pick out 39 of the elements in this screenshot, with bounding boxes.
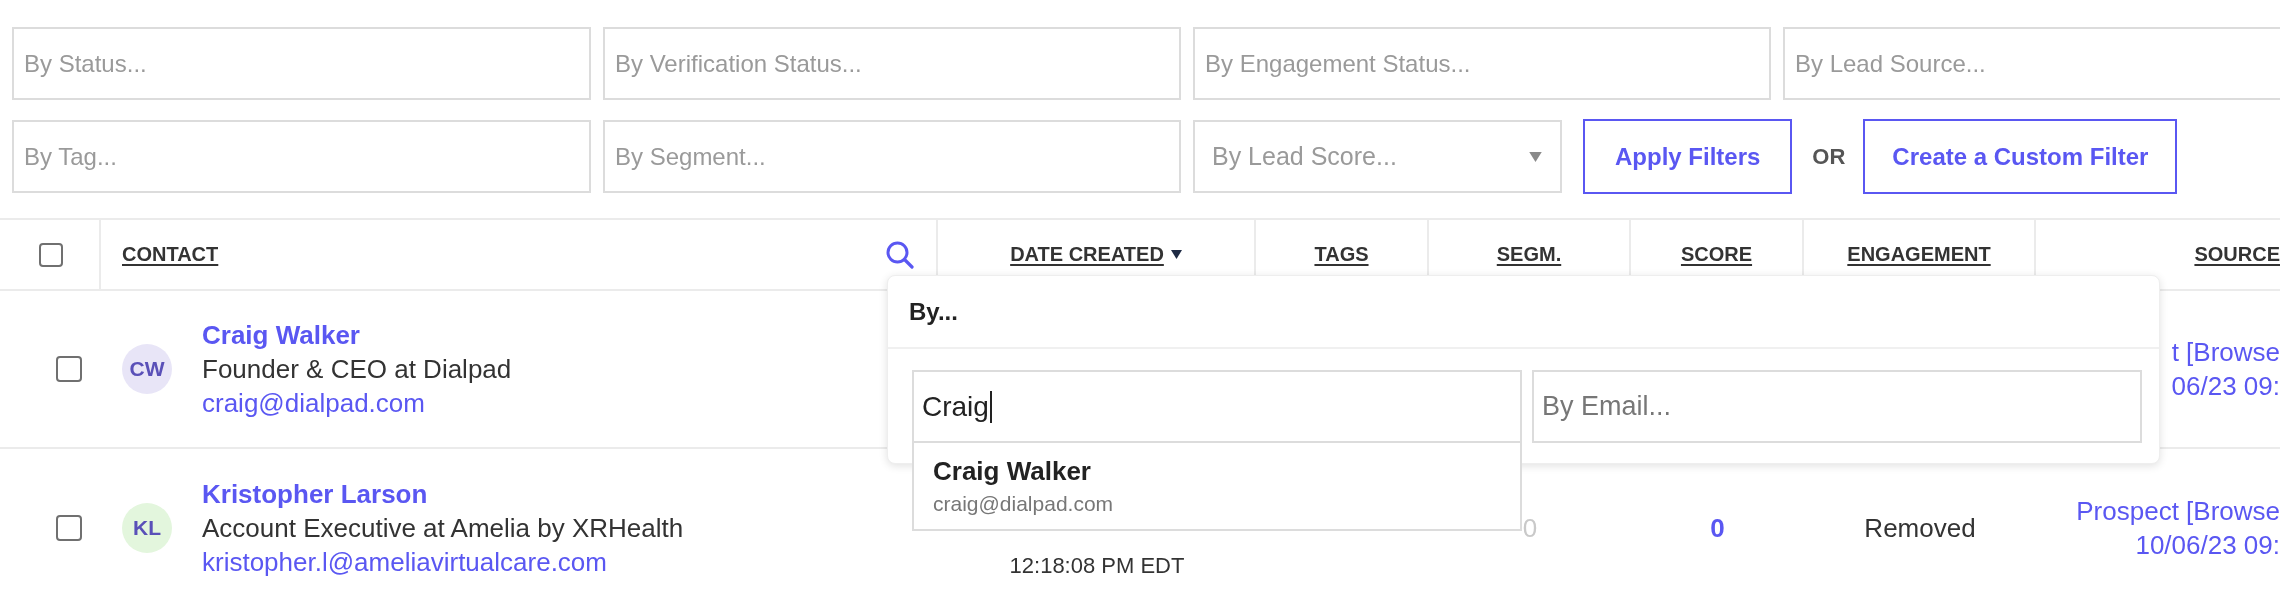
column-heading[interactable]: ENGAGEMENT bbox=[1847, 243, 1991, 266]
column-heading[interactable]: DATE CREATED bbox=[1010, 243, 1182, 266]
email-link[interactable]: kristopher.l@ameliavirtualcare.com bbox=[202, 545, 607, 579]
or-label: OR bbox=[1812, 143, 1846, 170]
apply-filters-button[interactable]: Apply Filters bbox=[1583, 119, 1793, 194]
filter-field[interactable]: By Status... bbox=[12, 27, 591, 100]
suggestion-email: craig@dialpad.com bbox=[933, 492, 1115, 516]
row-checkbox[interactable] bbox=[56, 515, 82, 541]
source-link[interactable]: Prospect [Browse 10/06/23 09: bbox=[2076, 494, 2280, 562]
filter-field[interactable]: By Tag... bbox=[12, 120, 591, 193]
search-icon[interactable] bbox=[886, 240, 914, 269]
column-heading[interactable]: TAGS bbox=[1314, 243, 1369, 266]
job-title: Founder & CEO at Dialpad bbox=[202, 353, 512, 386]
source-link[interactable]: t [Browse 06/23 09: bbox=[2171, 335, 2280, 403]
filter-field[interactable]: By Verification Status... bbox=[603, 27, 1181, 100]
lead-score: 0 bbox=[1710, 512, 1725, 544]
contact-name-link[interactable]: Kristopher Larson bbox=[202, 477, 428, 511]
column-heading[interactable]: CONTACT bbox=[122, 243, 219, 266]
avatar: KL bbox=[122, 503, 172, 553]
email-search-field[interactable]: By Email... bbox=[1532, 370, 2142, 443]
column-heading[interactable]: SEGM. bbox=[1496, 243, 1562, 266]
contact-name-link[interactable]: Craig Walker bbox=[202, 318, 360, 352]
job-title: Account Executive at Amelia by XRHealth bbox=[202, 512, 684, 545]
email-link[interactable]: craig@dialpad.com bbox=[202, 386, 425, 420]
avatar: CW bbox=[122, 344, 172, 394]
column-heading[interactable]: SCORE bbox=[1680, 243, 1753, 266]
suggestion-name: Craig Walker bbox=[933, 456, 1092, 487]
created-time: 12:18:08 PM EDT bbox=[1009, 553, 1185, 579]
engagement-status: Removed bbox=[1864, 512, 1976, 544]
filter-field[interactable]: By Engagement Status... bbox=[1193, 27, 1771, 100]
row-checkbox[interactable] bbox=[56, 356, 82, 382]
select-all-checkbox[interactable] bbox=[39, 242, 63, 267]
column-heading[interactable]: SOURCE bbox=[2194, 243, 2280, 266]
caret-down-icon bbox=[1529, 151, 1542, 162]
popup-title: By... bbox=[888, 276, 2159, 349]
filter-field[interactable]: By Segment... bbox=[603, 120, 1181, 193]
custom-filter-button[interactable]: Create a Custom Filter bbox=[1863, 119, 2178, 194]
filter-field[interactable]: By Lead Source... bbox=[1783, 27, 2280, 100]
name-search-field[interactable]: Craig bbox=[912, 370, 1522, 443]
